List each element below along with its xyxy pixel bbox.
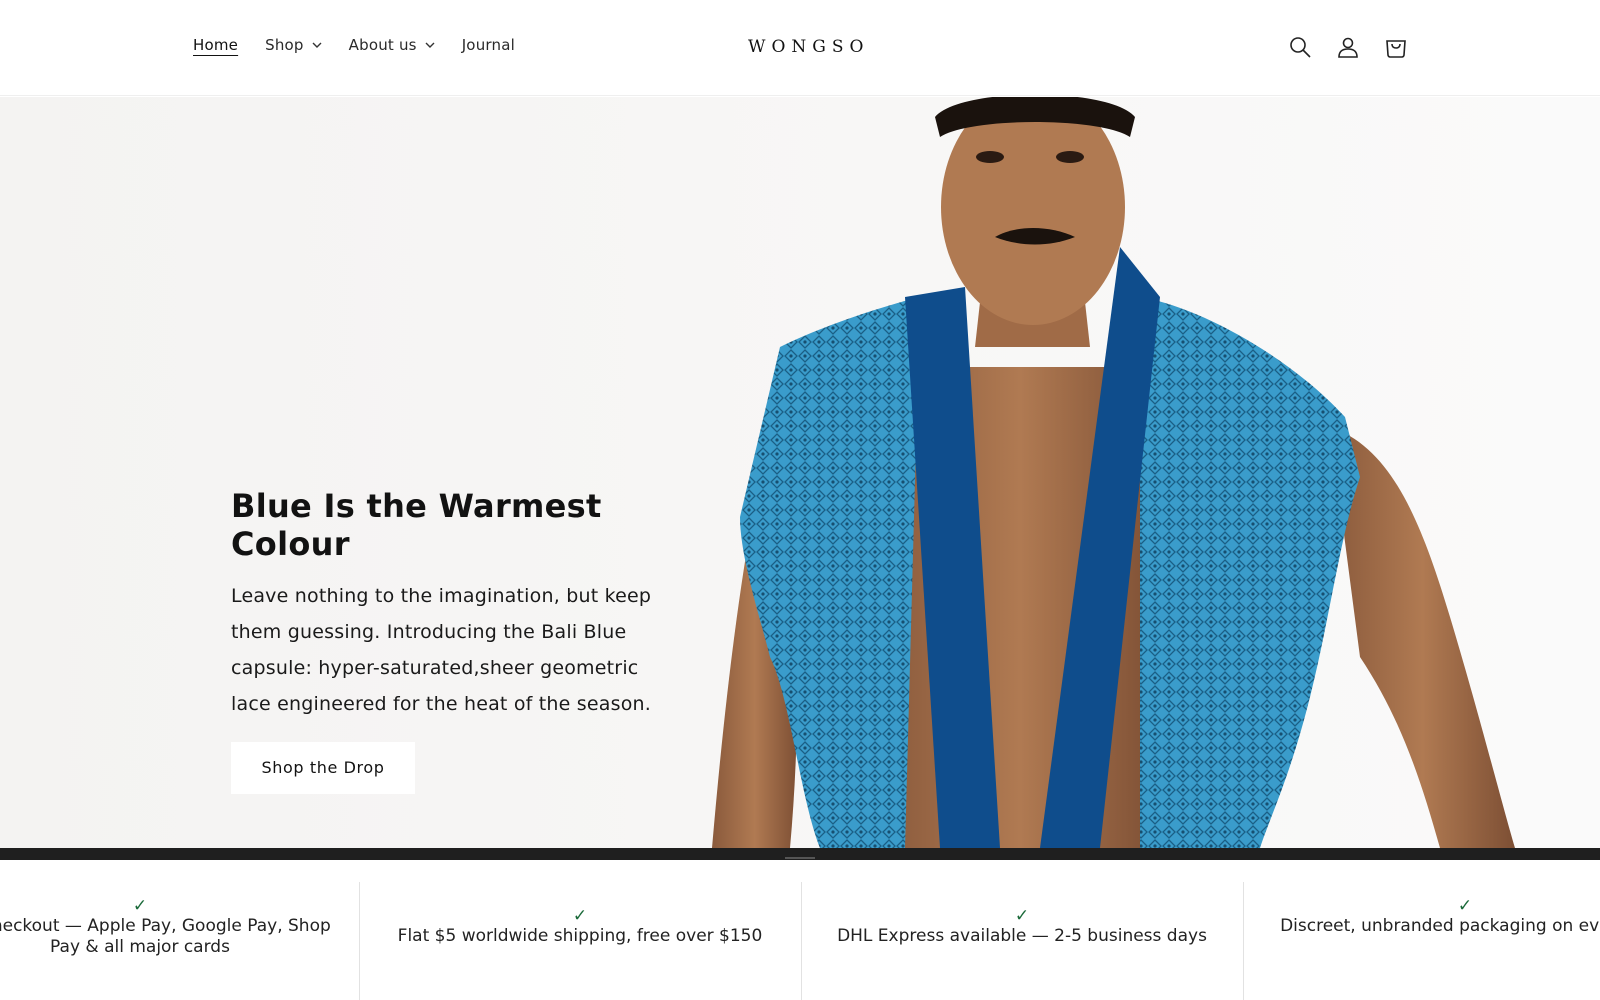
benefits-strip: ✓ ure checkout — Apple Pay, Google Pay, … — [0, 860, 1600, 1000]
header-icons — [1286, 32, 1430, 62]
nav-about[interactable]: About us — [349, 36, 435, 54]
slideshow-bar — [0, 848, 1600, 860]
check-icon: ✓ — [1014, 906, 1030, 926]
check-icon: ✓ — [132, 896, 148, 916]
benefit-text: DHL Express available — 2-5 business day… — [837, 926, 1207, 946]
benefit-item: ✓ DHL Express available — 2-5 business d… — [822, 906, 1222, 1000]
site-header: Home Shop About us Journal WONGSO — [0, 0, 1600, 96]
benefit-text: Flat $5 worldwide shipping, free over $1… — [397, 926, 763, 946]
divider — [1243, 882, 1244, 1000]
nav-journal[interactable]: Journal — [462, 36, 515, 54]
benefit-text: ure checkout — Apple Pay, Google Pay, Sh… — [0, 916, 331, 957]
benefit-text: Discreet, unbranded packaging on ev orde… — [1280, 916, 1600, 936]
check-icon: ✓ — [1457, 896, 1473, 916]
benefit-item: ✓ Flat $5 worldwide shipping, free over … — [380, 906, 780, 1000]
chevron-down-icon — [425, 42, 435, 48]
hero-content: Blue Is the Warmest Colour Leave nothing… — [231, 487, 671, 794]
hero-banner: Blue Is the Warmest Colour Leave nothing… — [0, 97, 1600, 848]
benefit-item: ✓ ure checkout — Apple Pay, Google Pay, … — [0, 896, 340, 1000]
search-button[interactable] — [1286, 32, 1314, 62]
benefit-item: ✓ Discreet, unbranded packaging on ev or… — [1275, 896, 1600, 1000]
divider — [801, 882, 802, 1000]
search-icon — [1290, 37, 1311, 58]
nav-home[interactable]: Home — [193, 36, 238, 54]
divider — [359, 882, 360, 1000]
nav-about-label: About us — [348, 36, 417, 54]
hero-description: Leave nothing to the imagination, but ke… — [231, 584, 652, 715]
nav-home-label: Home — [193, 36, 239, 54]
nav-shop[interactable]: Shop — [265, 36, 322, 54]
shop-the-drop-button[interactable]: Shop the Drop — [231, 741, 415, 794]
chevron-down-icon — [312, 42, 322, 48]
slide-indicator[interactable] — [785, 857, 815, 859]
brand-logo[interactable]: WONGSO — [748, 37, 869, 57]
hero-title: Blue Is the Warmest Colour — [231, 487, 602, 564]
main-nav: Home Shop About us Journal — [193, 36, 542, 54]
check-icon: ✓ — [572, 906, 588, 926]
cart-button[interactable] — [1382, 32, 1410, 62]
account-button[interactable] — [1334, 32, 1362, 62]
account-icon — [1338, 37, 1358, 58]
nav-shop-label: Shop — [265, 36, 304, 54]
cart-icon — [1386, 40, 1406, 58]
nav-journal-label: Journal — [461, 36, 515, 54]
